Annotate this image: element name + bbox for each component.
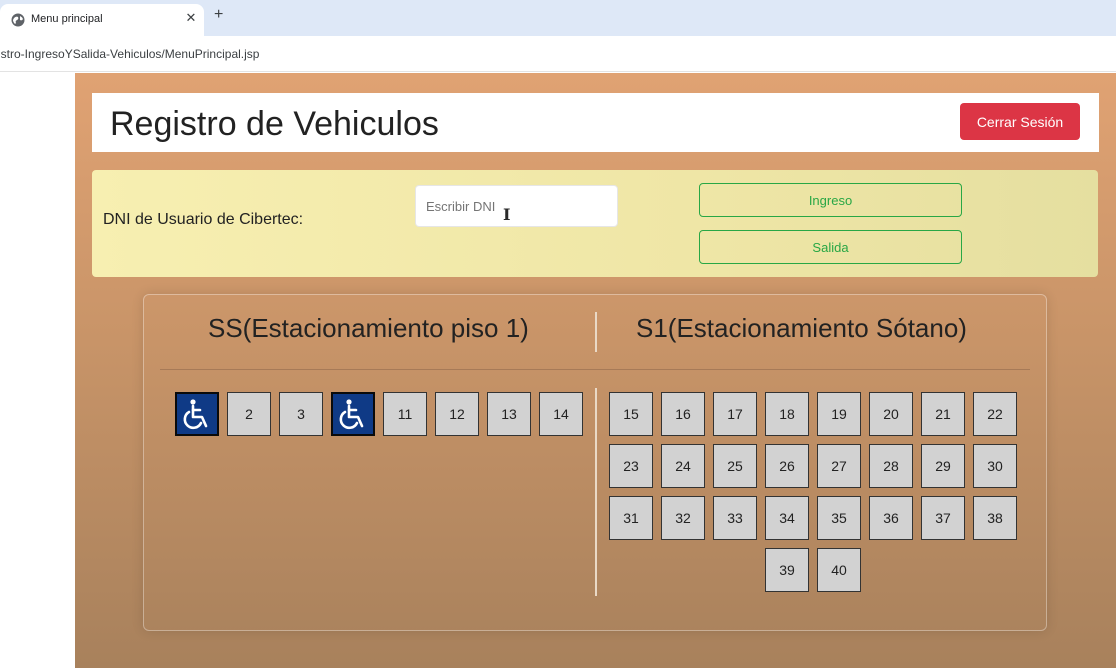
parking-slot[interactable]: 2 — [227, 392, 271, 436]
parking-slot[interactable]: 38 — [973, 496, 1017, 540]
page-content: Registro de Vehiculos Cerrar Sesión DNI … — [75, 73, 1116, 668]
parking-slot[interactable]: 26 — [765, 444, 809, 488]
wheelchair-icon — [339, 399, 364, 430]
parking-slot[interactable]: 19 — [817, 392, 861, 436]
parking-slot[interactable]: 25 — [713, 444, 757, 488]
text-cursor-icon: I — [503, 205, 511, 224]
parking-slot[interactable]: 21 — [921, 392, 965, 436]
accessible-parking-slot[interactable] — [175, 392, 219, 436]
parking-slot[interactable]: 22 — [973, 392, 1017, 436]
accessible-parking-slot[interactable] — [331, 392, 375, 436]
ss-section-title: SS(Estacionamiento piso 1) — [208, 313, 529, 343]
parking-slot[interactable]: 13 — [487, 392, 531, 436]
new-tab-icon[interactable]: + — [214, 6, 223, 24]
logout-button[interactable]: Cerrar Sesión — [960, 103, 1080, 140]
parking-slot[interactable]: 12 — [435, 392, 479, 436]
address-bar[interactable]: istro-IngresoYSalida-Vehiculos/MenuPrinc… — [0, 36, 1116, 72]
parking-slot[interactable]: 40 — [817, 548, 861, 592]
parking-slot[interactable]: 11 — [383, 392, 427, 436]
vertical-divider — [595, 388, 597, 596]
horizontal-divider — [160, 369, 1030, 370]
parking-slot[interactable]: 23 — [609, 444, 653, 488]
s1-section-title: S1(Estacionamiento Sótano) — [636, 313, 967, 343]
parking-slot[interactable]: 20 — [869, 392, 913, 436]
page-title: Registro de Vehiculos — [110, 105, 439, 143]
parking-slot[interactable]: 36 — [869, 496, 913, 540]
parking-slot[interactable]: 33 — [713, 496, 757, 540]
browser-tab-strip: Menu principal ✕ + — [0, 0, 1116, 36]
wheelchair-icon — [183, 399, 208, 430]
header-bar: Registro de Vehiculos Cerrar Sesión — [92, 93, 1099, 152]
parking-slot[interactable]: 16 — [661, 392, 705, 436]
parking-slot[interactable]: 39 — [765, 548, 809, 592]
parking-slot[interactable]: 14 — [539, 392, 583, 436]
parking-slot[interactable]: 31 — [609, 496, 653, 540]
parking-slot[interactable]: 27 — [817, 444, 861, 488]
ingreso-button[interactable]: Ingreso — [699, 183, 962, 217]
globe-icon — [11, 13, 25, 27]
dni-panel: DNI de Usuario de Cibertec: I Ingreso Sa… — [92, 170, 1098, 277]
parking-slot[interactable]: 18 — [765, 392, 809, 436]
parking-slot[interactable]: 29 — [921, 444, 965, 488]
parking-slot[interactable]: 32 — [661, 496, 705, 540]
parking-slot[interactable]: 28 — [869, 444, 913, 488]
dni-input[interactable] — [415, 185, 618, 227]
parking-slot[interactable]: 15 — [609, 392, 653, 436]
salida-button[interactable]: Salida — [699, 230, 962, 264]
parking-slot[interactable]: 3 — [279, 392, 323, 436]
browser-tab[interactable]: Menu principal ✕ — [0, 4, 204, 36]
parking-slot[interactable]: 17 — [713, 392, 757, 436]
close-tab-icon[interactable]: ✕ — [184, 10, 198, 26]
parking-panel: SS(Estacionamiento piso 1) S1(Estacionam… — [143, 294, 1047, 631]
parking-slot[interactable]: 24 — [661, 444, 705, 488]
tab-title: Menu principal — [31, 13, 103, 25]
parking-slot[interactable]: 34 — [765, 496, 809, 540]
parking-slot[interactable]: 30 — [973, 444, 1017, 488]
dni-label: DNI de Usuario de Cibertec: — [103, 211, 304, 228]
parking-slot[interactable]: 37 — [921, 496, 965, 540]
parking-slot[interactable]: 35 — [817, 496, 861, 540]
vertical-divider — [595, 312, 597, 352]
url-text[interactable]: istro-IngresoYSalida-Vehiculos/MenuPrinc… — [0, 47, 259, 61]
